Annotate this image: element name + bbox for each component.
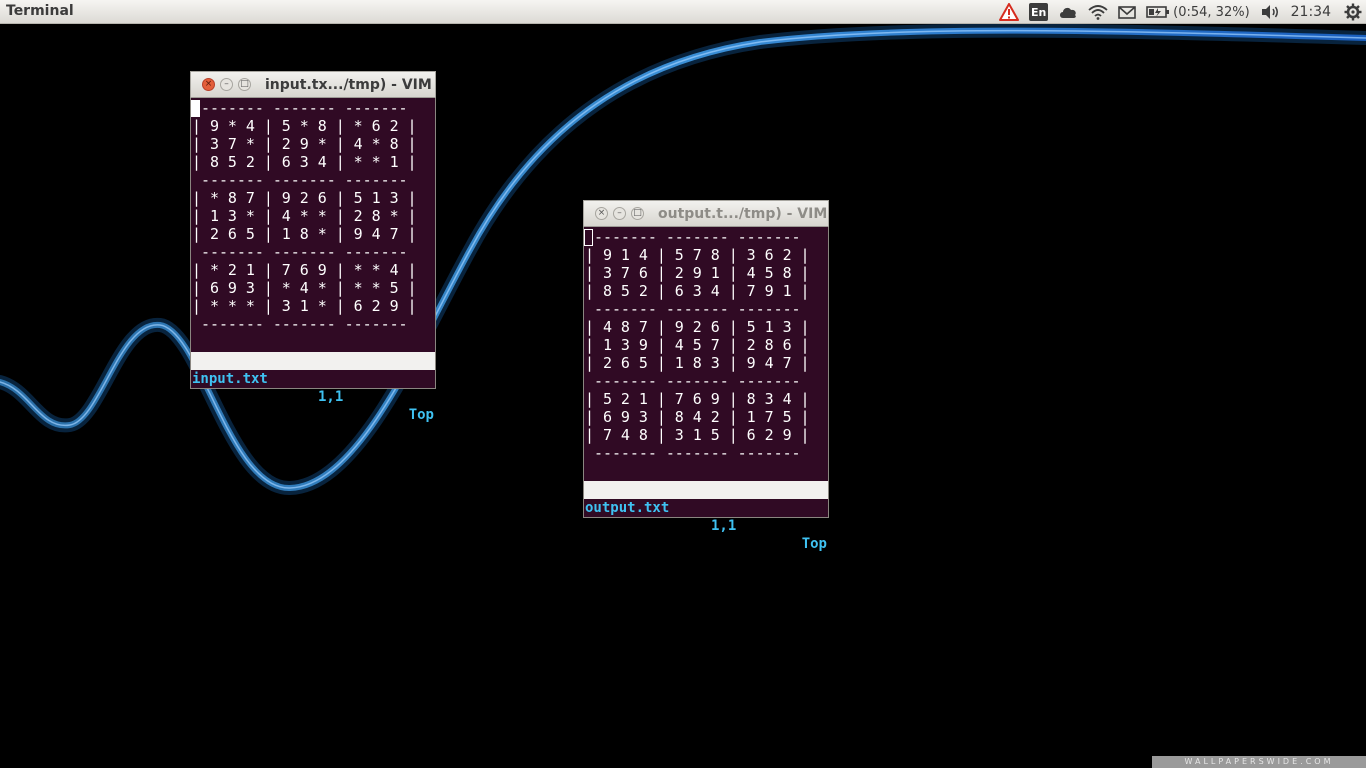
buffer-line: | * * * | 3 1 * | 6 2 9 | bbox=[192, 297, 417, 315]
maximize-button[interactable]: □ bbox=[631, 207, 644, 220]
buffer-line: | 9 1 4 | 5 7 8 | 3 6 2 | bbox=[585, 246, 810, 264]
active-app-title[interactable]: Terminal bbox=[6, 3, 74, 19]
status-cursor-position: 1,1 bbox=[318, 389, 344, 405]
buffer-line: | 2 6 5 | 1 8 * | 9 4 7 | bbox=[192, 225, 417, 243]
buffer-line: | 7 4 8 | 3 1 5 | 6 2 9 | bbox=[585, 426, 810, 444]
buffer-line: ------- ------- ------- bbox=[585, 228, 801, 246]
vim-statusline: input.txt 1,1 Top bbox=[191, 352, 435, 423]
mail-icon[interactable] bbox=[1118, 0, 1136, 24]
gear-icon[interactable] bbox=[1344, 0, 1362, 24]
maximize-button[interactable]: □ bbox=[238, 78, 251, 91]
top-panel: Terminal En (0:54, 32%) 21:34 bbox=[0, 0, 1366, 24]
buffer-line: | 9 * 4 | 5 * 8 | * 6 2 | bbox=[192, 117, 417, 135]
maximize-icon: □ bbox=[240, 79, 249, 89]
buffer-line: | * 2 1 | 7 6 9 | * * 4 | bbox=[192, 261, 417, 279]
text-cursor bbox=[191, 100, 200, 117]
minimize-icon: – bbox=[617, 208, 622, 218]
status-filename: input.txt bbox=[192, 371, 268, 387]
battery-status-text: (0:54, 32%) bbox=[1173, 4, 1250, 20]
wallpaper-watermark: WALLPAPERSWIDE.COM bbox=[1152, 756, 1366, 768]
buffer-line: | 1 3 * | 4 * * | 2 8 * | bbox=[192, 207, 417, 225]
buffer-line: | 1 3 9 | 4 5 7 | 2 8 6 | bbox=[585, 336, 810, 354]
buffer-line: | 6 9 3 | * 4 * | * * 5 | bbox=[192, 279, 417, 297]
buffer-line: | 8 5 2 | 6 3 4 | 7 9 1 | bbox=[585, 282, 810, 300]
alert-triangle-icon[interactable] bbox=[999, 0, 1020, 24]
buffer-line: | * 8 7 | 9 2 6 | 5 1 3 | bbox=[192, 189, 417, 207]
buffer-line: | 3 7 6 | 2 9 1 | 4 5 8 | bbox=[585, 264, 810, 282]
cloud-icon[interactable] bbox=[1058, 0, 1078, 24]
buffer-line: | 8 5 2 | 6 3 4 | * * 1 | bbox=[192, 153, 417, 171]
indicator-area: En (0:54, 32%) 21:34 bbox=[994, 0, 1366, 24]
window-titlebar[interactable]: × – □ input.tx.../tmp) - VIM bbox=[190, 71, 436, 98]
text-buffer[interactable]: ------- ------- ------- | 9 * 4 | 5 * 8 … bbox=[191, 98, 435, 333]
buffer-line: | 3 7 * | 2 9 * | 4 * 8 | bbox=[192, 135, 417, 153]
clock[interactable]: 21:34 bbox=[1291, 4, 1331, 20]
close-icon: × bbox=[597, 208, 606, 218]
buffer-line: | 6 9 3 | 8 4 2 | 1 7 5 | bbox=[585, 408, 810, 426]
keyboard-layout-label: En bbox=[1029, 3, 1049, 21]
buffer-line: ------- ------- ------- bbox=[585, 300, 801, 318]
maximize-icon: □ bbox=[633, 208, 642, 218]
buffer-line: ------- ------- ------- bbox=[585, 372, 801, 390]
status-scroll-position: Top bbox=[408, 407, 434, 423]
status-cursor-position: 1,1 bbox=[711, 518, 737, 534]
volume-icon[interactable] bbox=[1260, 0, 1280, 24]
minimize-button[interactable]: – bbox=[613, 207, 626, 220]
window-title: output.t.../tmp) - VIM bbox=[658, 206, 828, 222]
vim-statusline: output.txt 1,1 Top bbox=[584, 481, 828, 552]
wifi-icon[interactable] bbox=[1088, 0, 1108, 24]
battery-charging-icon bbox=[1146, 6, 1170, 18]
buffer-line: | 4 8 7 | 9 2 6 | 5 1 3 | bbox=[585, 318, 810, 336]
keyboard-layout-indicator[interactable]: En bbox=[1029, 0, 1049, 24]
vim-window-output[interactable]: × – □ output.t.../tmp) - VIM ------- ---… bbox=[583, 200, 829, 552]
text-buffer[interactable]: ------- ------- ------- | 9 1 4 | 5 7 8 … bbox=[584, 227, 828, 462]
battery-indicator[interactable]: (0:54, 32%) bbox=[1146, 0, 1250, 24]
text-cursor bbox=[584, 229, 593, 246]
buffer-line: ------- ------- ------- bbox=[585, 444, 801, 462]
buffer-line: ------- ------- ------- bbox=[192, 243, 408, 261]
close-button[interactable]: × bbox=[595, 207, 608, 220]
status-filename: output.txt bbox=[585, 500, 670, 516]
window-title: input.tx.../tmp) - VIM bbox=[265, 77, 432, 93]
buffer-line: | 2 6 5 | 1 8 3 | 9 4 7 | bbox=[585, 354, 810, 372]
buffer-line: | 5 2 1 | 7 6 9 | 8 3 4 | bbox=[585, 390, 810, 408]
vim-window-input[interactable]: × – □ input.tx.../tmp) - VIM ------- ---… bbox=[190, 71, 436, 423]
window-titlebar[interactable]: × – □ output.t.../tmp) - VIM bbox=[583, 200, 829, 227]
minimize-icon: – bbox=[224, 79, 229, 89]
buffer-line: ------- ------- ------- bbox=[192, 99, 408, 117]
buffer-line: ------- ------- ------- bbox=[192, 171, 408, 189]
status-scroll-position: Top bbox=[801, 536, 827, 552]
buffer-line: ------- ------- ------- bbox=[192, 315, 408, 333]
close-button[interactable]: × bbox=[202, 78, 215, 91]
close-icon: × bbox=[204, 79, 213, 89]
minimize-button[interactable]: – bbox=[220, 78, 233, 91]
